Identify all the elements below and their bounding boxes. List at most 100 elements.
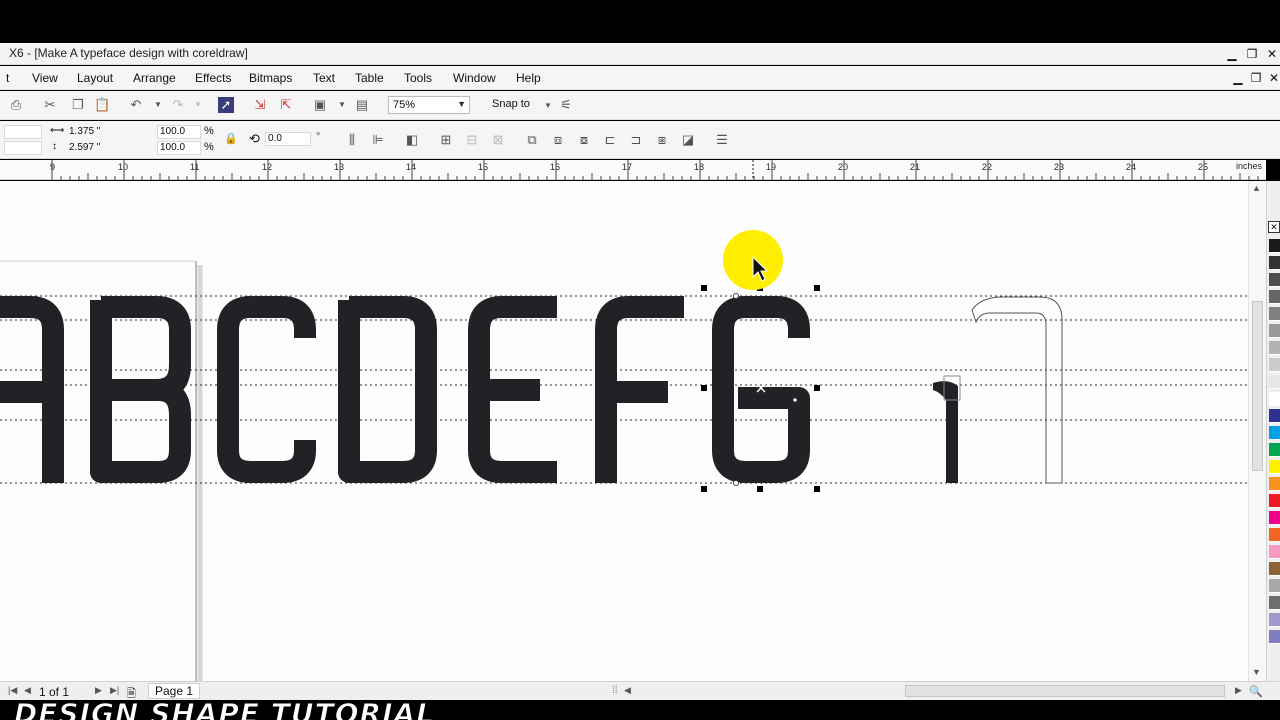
weld-icon[interactable]: ⧉ <box>524 132 540 148</box>
object-height-field[interactable]: 2.597 " <box>66 141 134 155</box>
menu-view[interactable]: View <box>32 71 58 85</box>
ungroup-all-icon[interactable]: ⊠ <box>490 132 506 148</box>
color-swatch[interactable] <box>1269 392 1280 406</box>
menu-table[interactable]: Table <box>355 71 384 85</box>
arrange-order-icon[interactable]: ◧ <box>404 132 420 148</box>
color-swatch[interactable] <box>1269 426 1280 440</box>
color-swatch[interactable] <box>1269 341 1280 355</box>
mirror-horizontal-icon[interactable]: ⫼ <box>344 132 360 148</box>
splitter-handle-icon[interactable]: ⁞⁞ <box>612 685 618 696</box>
color-swatch[interactable] <box>1269 494 1280 508</box>
undo-icon[interactable]: ↶ <box>128 97 144 113</box>
x-position-field[interactable] <box>4 125 42 139</box>
create-boundary-icon[interactable]: ◪ <box>680 132 696 148</box>
redo-dropdown-icon[interactable]: ▼ <box>190 97 206 113</box>
ungroup-icon[interactable]: ⊟ <box>464 132 480 148</box>
welcome-screen-icon[interactable]: ▤ <box>354 97 370 113</box>
intersect-icon[interactable]: ⧇ <box>576 132 592 148</box>
vertical-scroll-thumb[interactable] <box>1252 301 1263 471</box>
snap-dropdown-icon[interactable]: ▼ <box>540 98 556 114</box>
vertical-scrollbar[interactable]: ▲ ▼ <box>1248 181 1266 681</box>
color-swatch[interactable] <box>1269 579 1280 593</box>
scale-x-field[interactable]: 100.0 <box>157 125 201 139</box>
print-icon[interactable]: ⎙ <box>8 97 24 113</box>
export-icon[interactable]: ⇱ <box>278 97 294 113</box>
redo-icon[interactable]: ↷ <box>170 97 186 113</box>
simplify-icon[interactable]: ⊏ <box>602 132 618 148</box>
horizontal-ruler[interactable]: 9 10 11 12 13 14 15 16 17 18 19 20 21 22 23 24 25 inches <box>0 160 1268 180</box>
cut-icon[interactable]: ✂ <box>42 97 58 113</box>
color-swatch[interactable] <box>1269 273 1280 287</box>
color-swatch[interactable] <box>1269 324 1280 338</box>
group-icon[interactable]: ⊞ <box>438 132 454 148</box>
color-swatch[interactable] <box>1269 443 1280 457</box>
doc-close-button[interactable]: ✕ <box>1266 70 1280 86</box>
menu-window[interactable]: Window <box>453 71 496 85</box>
doc-restore-button[interactable]: ❐ <box>1248 70 1264 86</box>
restore-button[interactable]: ❐ <box>1244 46 1260 62</box>
scroll-left-icon[interactable]: ◀ <box>624 685 631 696</box>
minimize-button[interactable]: ▁ <box>1224 46 1240 62</box>
menu-edit[interactable]: t <box>6 71 9 85</box>
snap-to-dropdown[interactable]: Snap to <box>492 98 530 110</box>
scale-y-field[interactable]: 100.0 <box>157 141 201 155</box>
menu-tools[interactable]: Tools <box>404 71 432 85</box>
no-fill-swatch[interactable]: ✕ <box>1268 221 1280 233</box>
zoom-level-select[interactable]: 75% ▼ <box>388 96 470 114</box>
glyph-g-selected[interactable] <box>712 296 810 483</box>
menu-layout[interactable]: Layout <box>77 71 113 85</box>
color-swatch[interactable] <box>1269 375 1280 389</box>
color-swatch[interactable] <box>1269 256 1280 270</box>
align-distribute-icon[interactable]: ☰ <box>714 132 730 148</box>
mirror-vertical-icon[interactable]: ⊫ <box>370 132 386 148</box>
menu-help[interactable]: Help <box>516 71 541 85</box>
color-swatch[interactable] <box>1269 358 1280 372</box>
color-swatch[interactable] <box>1269 409 1280 423</box>
glyph-b[interactable] <box>90 296 191 483</box>
menu-arrange[interactable]: Arrange <box>133 71 176 85</box>
color-swatch[interactable] <box>1269 290 1280 304</box>
color-swatch[interactable] <box>1269 545 1280 559</box>
color-swatch[interactable] <box>1269 307 1280 321</box>
import-icon[interactable]: ⇲ <box>252 97 268 113</box>
doc-minimize-button[interactable]: ▁ <box>1230 70 1246 86</box>
glyph-outline-wireframe[interactable] <box>971 296 1063 484</box>
y-position-field[interactable] <box>4 141 42 155</box>
menu-effects[interactable]: Effects <box>195 71 231 85</box>
glyph-one[interactable] <box>933 381 958 483</box>
scroll-right-icon[interactable]: ▶ <box>1235 685 1242 696</box>
scroll-up-icon[interactable]: ▲ <box>1252 183 1261 193</box>
glyph-f[interactable] <box>595 296 684 483</box>
color-palette[interactable]: ✕ <box>1266 181 1280 681</box>
glyph-d[interactable] <box>338 296 437 483</box>
color-swatch[interactable] <box>1269 562 1280 576</box>
front-minus-back-icon[interactable]: ⊐ <box>628 132 644 148</box>
glyph-c[interactable] <box>217 296 316 483</box>
next-page-icon[interactable]: ▶ <box>95 685 102 696</box>
first-page-icon[interactable]: |◀ <box>8 685 17 696</box>
color-swatch[interactable] <box>1269 460 1280 474</box>
color-swatch[interactable] <box>1269 528 1280 542</box>
color-swatch[interactable] <box>1269 511 1280 525</box>
rotation-angle-field[interactable]: 0.0 <box>265 132 311 146</box>
color-swatch[interactable] <box>1269 613 1280 627</box>
color-swatch[interactable] <box>1269 596 1280 610</box>
color-swatch[interactable] <box>1269 630 1280 644</box>
paste-icon[interactable]: 📋 <box>94 97 110 113</box>
last-page-icon[interactable]: ▶| <box>110 685 119 696</box>
search-content-icon[interactable]: ➚ <box>218 97 234 113</box>
trim-icon[interactable]: ⧈ <box>550 132 566 148</box>
copy-icon[interactable]: ❐ <box>70 97 86 113</box>
page-tab[interactable]: Page 1 <box>148 683 201 699</box>
drawing-canvas[interactable]: ▲ ▼ <box>0 181 1266 681</box>
zoom-navigator-icon[interactable]: 🔍 <box>1249 685 1263 698</box>
options-icon[interactable]: ⚟ <box>558 97 574 113</box>
scroll-down-icon[interactable]: ▼ <box>1252 667 1261 677</box>
color-swatch[interactable] <box>1269 477 1280 491</box>
menu-text[interactable]: Text <box>313 71 335 85</box>
prev-page-icon[interactable]: ◀ <box>24 685 31 696</box>
close-button[interactable]: ✕ <box>1264 46 1280 62</box>
launcher-dropdown-icon[interactable]: ▼ <box>334 97 350 113</box>
glyph-e[interactable] <box>468 296 557 483</box>
application-launcher-icon[interactable]: ▣ <box>312 97 328 113</box>
